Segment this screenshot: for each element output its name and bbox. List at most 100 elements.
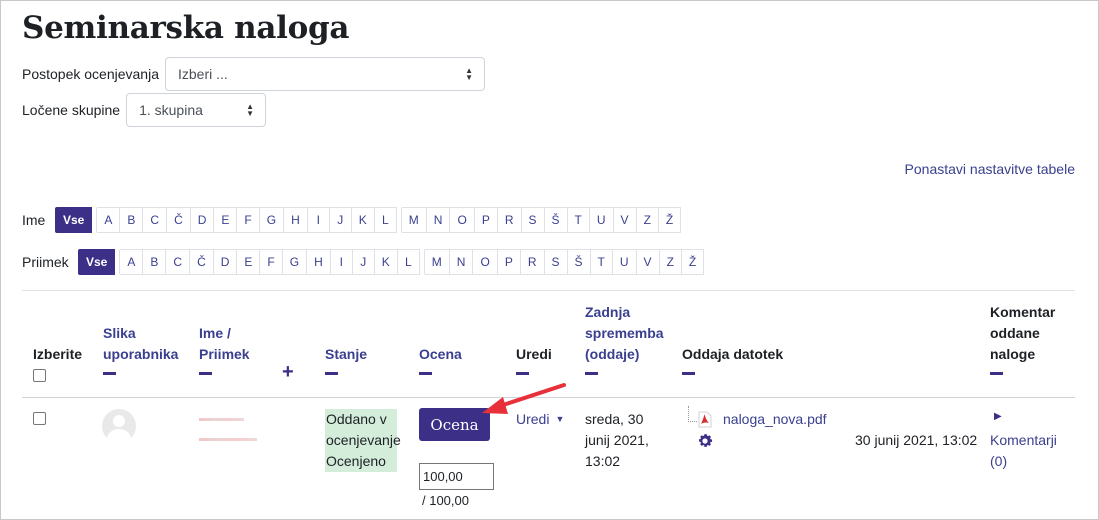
status-line-3: Ocenjeno	[326, 453, 386, 469]
expand-column-plus-icon[interactable]: +	[282, 361, 294, 384]
grade-button[interactable]: Ocena	[419, 408, 490, 441]
last-name-letter-16[interactable]: P	[496, 249, 521, 275]
header-user-picture[interactable]: Slika uporabnika	[103, 323, 178, 375]
first-name-letter-19[interactable]: Š	[543, 207, 568, 233]
header-name[interactable]: Ime / Priimek	[199, 323, 250, 375]
comments-link[interactable]: Komentarji (0)	[990, 430, 1057, 472]
last-name-letter-7[interactable]: G	[281, 249, 308, 275]
last-name-letter-2[interactable]: C	[165, 249, 191, 275]
file-tree-connector	[688, 406, 697, 422]
first-name-letter-20[interactable]: T	[566, 207, 590, 233]
last-name-letter-10[interactable]: J	[351, 249, 375, 275]
first-name-letter-21[interactable]: U	[588, 207, 614, 233]
first-name-letter-23[interactable]: Z	[635, 207, 659, 233]
last-name-letter-22[interactable]: V	[635, 249, 660, 275]
header-edit: Uredi	[516, 344, 552, 375]
collapse-column-icon[interactable]	[419, 372, 432, 375]
header-submission-comments: Komentar oddane naloge	[990, 302, 1055, 375]
header-status[interactable]: Stanje	[325, 344, 367, 375]
gear-icon[interactable]	[696, 432, 714, 450]
caret-down-icon: ▼	[555, 414, 565, 424]
last-name-letter-5[interactable]: E	[236, 249, 261, 275]
submitted-file-link[interactable]: naloga_nova.pdf	[723, 411, 827, 427]
last-name-all-button[interactable]: Vse	[78, 249, 116, 275]
last-name-letter-14[interactable]: N	[448, 249, 474, 275]
table-header-divider	[22, 397, 1075, 398]
first-name-letter-3[interactable]: Č	[166, 207, 191, 233]
last-name-letter-8[interactable]: H	[306, 249, 331, 275]
last-name-letter-11[interactable]: K	[373, 249, 398, 275]
header-name-line2: Priimek	[199, 346, 250, 362]
select-all-checkbox[interactable]	[33, 369, 46, 382]
first-name-letter-17[interactable]: R	[496, 207, 522, 233]
collapse-column-icon[interactable]	[516, 372, 529, 375]
first-name-letter-15[interactable]: O	[449, 207, 475, 233]
last-name-letter-20[interactable]: T	[589, 249, 613, 275]
separate-groups-row: Ločene skupine 1. skupina ▲ ▼	[22, 93, 267, 127]
select-arrows-icon: ▲ ▼	[465, 66, 473, 82]
last-name-letter-6[interactable]: F	[259, 249, 283, 275]
first-name-letter-2[interactable]: C	[142, 207, 168, 233]
pdf-file-icon	[698, 411, 712, 428]
last-name-letter-18[interactable]: S	[543, 249, 568, 275]
expand-comments-icon[interactable]: ▶	[994, 411, 1002, 422]
first-name-letter-10[interactable]: J	[328, 207, 352, 233]
collapse-column-icon[interactable]	[325, 372, 338, 375]
header-status-label: Stanje	[325, 346, 368, 362]
collapse-column-icon[interactable]	[199, 372, 212, 375]
first-name-letter-13[interactable]: M	[400, 207, 427, 233]
last-name-letter-24[interactable]: Ž	[680, 249, 705, 275]
first-name-letter-22[interactable]: V	[612, 207, 637, 233]
first-name-letter-14[interactable]: N	[425, 207, 451, 233]
first-name-letter-18[interactable]: S	[520, 207, 545, 233]
last-name-letter-19[interactable]: Š	[566, 249, 591, 275]
grading-method-select[interactable]: Izberi ... ▲ ▼	[165, 57, 485, 91]
grading-method-label: Postopek ocenjevanja	[22, 66, 159, 82]
header-grade[interactable]: Ocena	[419, 344, 462, 375]
edit-menu-button[interactable]: Uredi ▼	[516, 411, 564, 427]
last-name-initials-bar: Priimek Vse ABCČDEFGHIJKLMNOPRSŠTUVZŽ	[22, 249, 705, 275]
first-name-initials-bar: Ime Vse ABCČDEFGHIJKLMNOPRSŠTUVZŽ	[22, 207, 682, 233]
first-name-letter-24[interactable]: Ž	[657, 207, 682, 233]
last-name-letter-0[interactable]: A	[119, 249, 144, 275]
header-last-modified-line3: (oddaje)	[585, 346, 640, 362]
last-name-letter-1[interactable]: B	[142, 249, 167, 275]
first-name-letter-12[interactable]: L	[373, 207, 397, 233]
first-name-letter-0[interactable]: A	[96, 207, 121, 233]
last-modified-line2: junij 2021,	[585, 432, 649, 448]
last-name-letter-4[interactable]: D	[212, 249, 238, 275]
first-name-letter-7[interactable]: G	[258, 207, 285, 233]
comments-count: (0)	[990, 453, 1008, 469]
first-name-letter-4[interactable]: D	[189, 207, 215, 233]
collapse-column-icon[interactable]	[990, 372, 1003, 375]
header-last-modified[interactable]: Zadnja sprememba (oddaje)	[585, 302, 664, 375]
first-name-letter-6[interactable]: F	[236, 207, 260, 233]
row-select-checkbox[interactable]	[33, 412, 46, 425]
last-name-letter-23[interactable]: Z	[658, 249, 682, 275]
last-name-letter-13[interactable]: M	[423, 249, 450, 275]
last-name-letter-15[interactable]: O	[472, 249, 498, 275]
first-name-all-button[interactable]: Vse	[55, 207, 93, 233]
collapse-column-icon[interactable]	[103, 372, 116, 375]
user-avatar-icon[interactable]	[102, 409, 136, 443]
header-picture-line1: Slika	[103, 325, 136, 341]
collapse-column-icon[interactable]	[682, 372, 695, 375]
reset-table-preferences-link[interactable]: Ponastavi nastavitve tabele	[905, 161, 1075, 177]
last-name-letter-21[interactable]: U	[611, 249, 637, 275]
first-name-letter-1[interactable]: B	[119, 207, 144, 233]
first-name-letter-5[interactable]: E	[213, 207, 238, 233]
first-name-filter-label: Ime	[22, 212, 46, 228]
select-arrows-icon: ▲ ▼	[246, 102, 255, 118]
last-name-letter-9[interactable]: I	[329, 249, 353, 275]
last-name-letter-12[interactable]: L	[396, 249, 420, 275]
first-name-letter-9[interactable]: I	[306, 207, 330, 233]
last-name-letter-3[interactable]: Č	[189, 249, 214, 275]
first-name-letter-11[interactable]: K	[350, 207, 375, 233]
first-name-letter-16[interactable]: P	[473, 207, 498, 233]
collapse-column-icon[interactable]	[585, 372, 598, 375]
last-name-letter-17[interactable]: R	[519, 249, 545, 275]
first-name-letter-8[interactable]: H	[283, 207, 308, 233]
separate-groups-select[interactable]: 1. skupina ▲ ▼	[126, 93, 267, 127]
page-title: Seminarska naloga	[22, 10, 350, 46]
grade-input[interactable]: 100,00	[419, 463, 494, 490]
